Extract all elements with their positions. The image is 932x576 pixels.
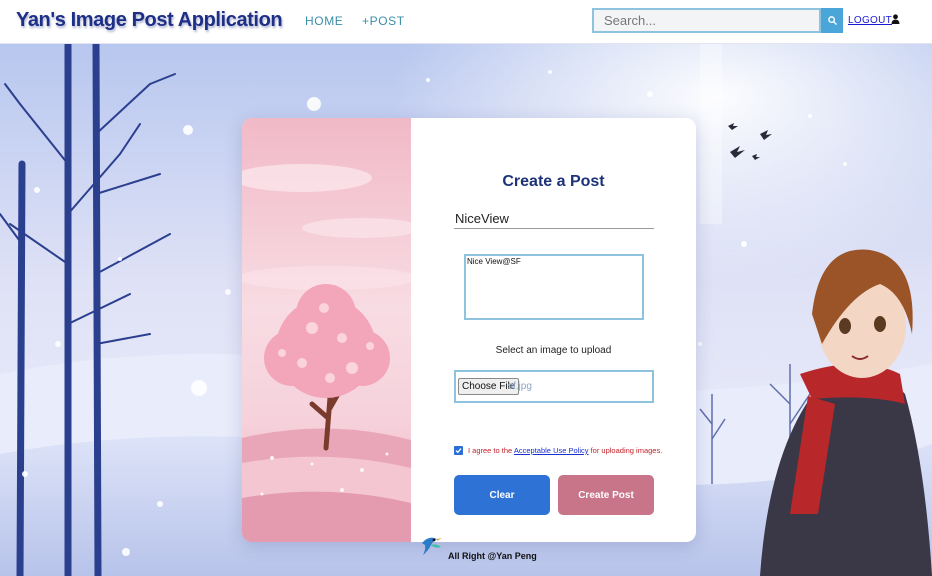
user-icon[interactable] (891, 14, 900, 24)
logout-link[interactable]: LOGOUT (848, 15, 892, 26)
post-description-textarea[interactable]: Nice View@SF (464, 254, 644, 320)
create-post-card: Create a Post Nice View@SF Select an ima… (242, 118, 696, 542)
post-title-input[interactable] (454, 208, 654, 229)
nav-home-link[interactable]: HOME (305, 14, 343, 28)
acceptable-use-policy-link[interactable]: Acceptable Use Policy (514, 446, 589, 455)
search-icon (827, 16, 837, 25)
bird-logo-icon (422, 537, 442, 555)
search-input[interactable] (592, 8, 821, 33)
selected-file-name: sf.jpg (508, 381, 532, 392)
file-upload-field[interactable]: Choose File sf.jpg (454, 370, 654, 403)
policy-suffix: for uploading images. (588, 446, 663, 455)
brand-title[interactable]: Yan's Image Post Application (16, 9, 283, 32)
top-navbar: Yan's Image Post Application HOME +POST … (0, 0, 932, 44)
checkmark-icon (455, 448, 462, 454)
cherry-blossom-illustration (242, 118, 411, 542)
create-post-form: Create a Post Nice View@SF Select an ima… (411, 118, 696, 542)
nav-post-link[interactable]: +POST (362, 14, 405, 28)
footer-copyright: All Right @Yan Peng (448, 551, 537, 561)
form-title: Create a Post (502, 173, 605, 190)
clear-button[interactable]: Clear (454, 475, 550, 515)
policy-agreement-text: I agree to the Acceptable Use Policy for… (468, 446, 662, 455)
upload-label: Select an image to upload (495, 345, 612, 356)
search-button[interactable] (821, 8, 843, 33)
policy-agreement-row: I agree to the Acceptable Use Policy for… (454, 445, 694, 459)
create-post-button[interactable]: Create Post (558, 475, 654, 515)
policy-checkbox[interactable] (454, 446, 463, 455)
policy-prefix: I agree to the (468, 446, 514, 455)
